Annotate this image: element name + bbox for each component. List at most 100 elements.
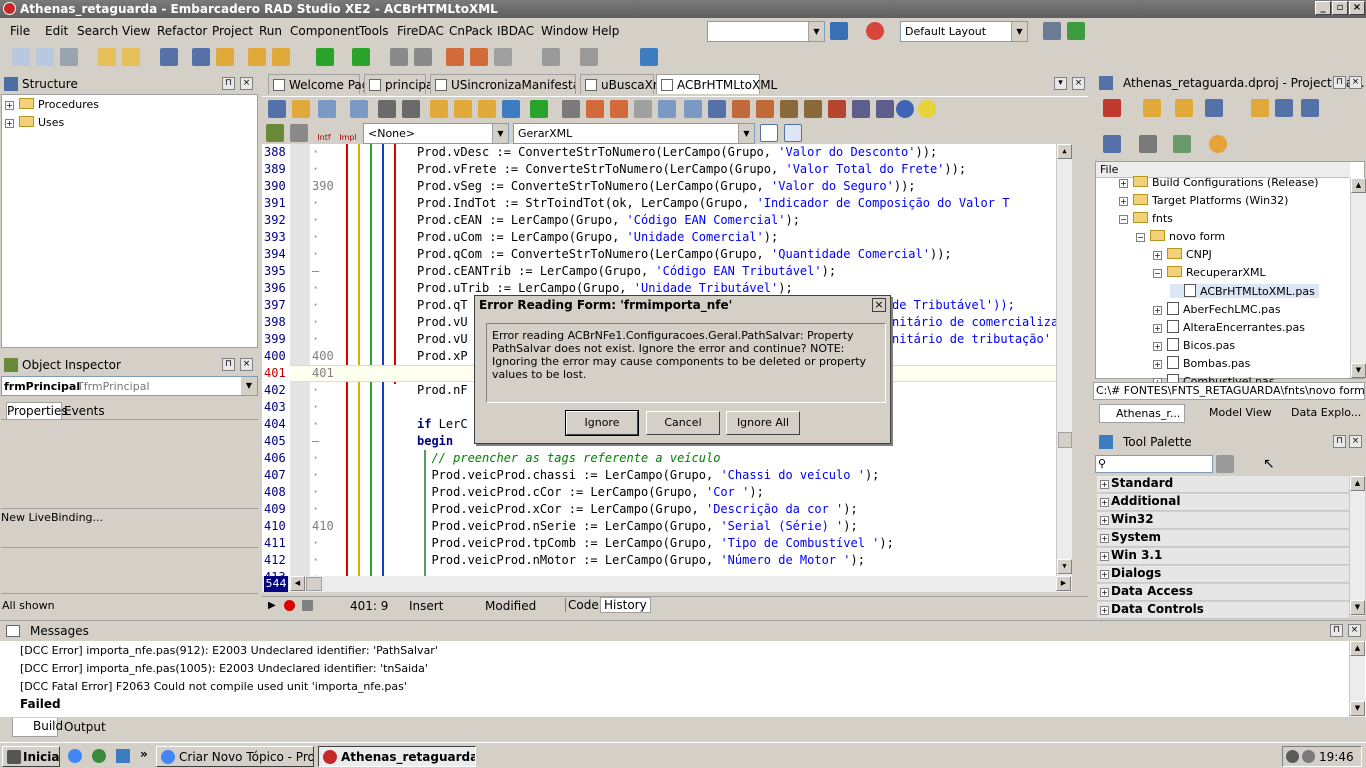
project-item[interactable]: + Target Platforms (Win32)	[1119, 194, 1288, 207]
menu-tools[interactable]: Tools	[359, 24, 389, 38]
close-icon[interactable]: ×	[240, 358, 253, 371]
editor-tool-icon[interactable]	[530, 100, 548, 118]
expand-icon[interactable]: +	[1153, 306, 1162, 315]
menu-view[interactable]: View	[122, 24, 150, 38]
cancel-button[interactable]: Cancel	[646, 411, 720, 435]
tab-principal[interactable]: principal	[364, 74, 437, 94]
close-button[interactable]: ×	[1349, 1, 1365, 15]
pause-icon[interactable]	[390, 48, 408, 66]
palette-scrollbar[interactable]: ▲ ▼	[1349, 476, 1365, 616]
menu-run[interactable]: Run	[259, 24, 282, 38]
editor-tool-icon[interactable]	[318, 100, 336, 118]
editor-tool-icon[interactable]	[454, 100, 472, 118]
palette-category[interactable]: + Data Controls	[1097, 602, 1349, 619]
messages-scrollbar[interactable]: ▲ ▼	[1349, 641, 1365, 717]
project-item[interactable]: + Build Configurations (Release)	[1119, 176, 1319, 189]
list-view-icon[interactable]	[760, 124, 778, 142]
structure-item-uses[interactable]: + Uses	[5, 116, 64, 129]
palette-category[interactable]: + Dialogs	[1097, 566, 1349, 583]
tab-ubuscaxml[interactable]: uBuscaXml	[580, 74, 668, 94]
scroll-up-icon[interactable]: ▲	[1351, 178, 1366, 193]
ignore-all-button[interactable]: Ignore All	[726, 411, 800, 435]
expand-icon[interactable]: +	[5, 101, 14, 110]
project-item[interactable]: + AberFechLMC.pas	[1153, 302, 1281, 316]
tab-welcome-page[interactable]: Welcome Page	[268, 74, 377, 94]
project-collapse-icon[interactable]	[1301, 99, 1319, 117]
dialog-close-icon[interactable]: ×	[872, 298, 886, 312]
editor-tool-icon[interactable]	[852, 100, 870, 118]
quicklaunch-icon[interactable]	[116, 749, 130, 763]
scroll-down-icon[interactable]: ▼	[1351, 363, 1366, 378]
project-item[interactable]: + AlteraEncerrantes.pas	[1153, 320, 1305, 334]
code-scrollbar-v[interactable]: ▲ ▼	[1056, 144, 1072, 576]
remove-file-icon[interactable]	[272, 48, 290, 66]
project-sort-icon[interactable]	[1103, 135, 1121, 153]
menu-file[interactable]: File	[10, 24, 30, 38]
project-item[interactable]: +ACBrHTMLtoXML.pas	[1170, 284, 1319, 298]
code-scrollbar-h[interactable]: 544 ◀ ▶	[262, 576, 1072, 592]
scroll-down-icon[interactable]: ▼	[1350, 701, 1365, 716]
editor-tool-icon[interactable]	[268, 100, 286, 118]
forward-icon[interactable]	[580, 48, 598, 66]
editor-tool-icon[interactable]	[876, 100, 894, 118]
code-line[interactable]: 412 · Prod.veicProd.nMotor := LerCampo(Gr…	[262, 552, 1072, 569]
editor-tool-icon[interactable]	[378, 100, 396, 118]
tab-acbrhtmltoxml[interactable]: ACBrHTMLtoXML	[656, 74, 777, 94]
quicklaunch-icon[interactable]	[92, 749, 106, 763]
tab-project[interactable]: Athenas_r...	[1099, 404, 1185, 423]
project-item[interactable]: − RecuperarXML	[1153, 266, 1266, 279]
editor-tool-icon[interactable]	[634, 100, 652, 118]
new-items-icon[interactable]	[36, 48, 54, 66]
tab-data-explorer[interactable]: Data Explo...	[1275, 406, 1361, 419]
message-line[interactable]: [DCC Fatal Error] F2063 Could not compil…	[20, 680, 407, 693]
menu-ibdac[interactable]: IBDAC	[497, 24, 534, 38]
editor-tool-icon[interactable]	[502, 100, 520, 118]
object-selector[interactable]: frmPrincipal TfrmPrincipal ▼	[1, 376, 258, 396]
tab-events[interactable]: Events	[64, 404, 105, 419]
code-line[interactable]: 393 · Prod.uCom := LerCampo(Grupo, 'Unidad…	[262, 229, 1072, 246]
menu-help[interactable]: Help	[592, 24, 619, 38]
stop-icon[interactable]	[414, 48, 432, 66]
scroll-down-icon[interactable]: ▼	[1057, 559, 1072, 574]
project-item[interactable]: + Bombas.pas	[1153, 356, 1250, 370]
tab-output[interactable]: Output	[64, 720, 106, 734]
project-scrollbar[interactable]: ▲ ▼	[1350, 178, 1366, 378]
tab-code[interactable]: Code	[565, 598, 601, 612]
editor-tool-icon[interactable]	[350, 100, 368, 118]
intf-button[interactable]: Intf	[314, 123, 334, 143]
expand-icon[interactable]: +	[1153, 360, 1162, 369]
editor-tool-icon[interactable]	[430, 100, 448, 118]
project-item[interactable]: − fnts	[1119, 212, 1173, 225]
code-line[interactable]: 388 · Prod.vDesc := ConverteStrToNumero(Le…	[262, 144, 1072, 161]
menu-window[interactable]: Window	[541, 24, 588, 38]
expand-icon[interactable]: +	[1153, 251, 1162, 260]
lifesaver-icon[interactable]	[866, 22, 884, 40]
scroll-up-icon[interactable]: ▲	[1350, 641, 1365, 656]
tab-history[interactable]: History	[600, 597, 651, 613]
code-line[interactable]: 406 · // preencher as tags referente a ve…	[262, 450, 1072, 467]
chrome-icon[interactable]	[68, 749, 82, 763]
palette-search-input[interactable]: ⚲	[1095, 455, 1213, 473]
open-icon[interactable]	[98, 48, 116, 66]
code-line[interactable]: 390 390 Prod.vSeg := ConverteStrToNumero(L…	[262, 178, 1072, 195]
code-line[interactable]: 394 · Prod.qCom := ConverteStrToNumero(Ler…	[262, 246, 1072, 263]
editor-tool-icon[interactable]	[610, 100, 628, 118]
project-item[interactable]: + CNPJ	[1153, 248, 1212, 261]
project-item[interactable]: + Bicos.pas	[1153, 338, 1235, 352]
globe-icon[interactable]	[830, 22, 848, 40]
remove-icon[interactable]	[60, 48, 78, 66]
editor-tool-icon[interactable]	[478, 100, 496, 118]
editor-tool-icon[interactable]	[562, 100, 580, 118]
run-icon[interactable]	[316, 48, 334, 66]
project-build-icon[interactable]	[1173, 135, 1191, 153]
impl-button[interactable]: Impl	[338, 123, 358, 143]
help-icon[interactable]	[896, 100, 914, 118]
open-folder-icon[interactable]	[216, 48, 234, 66]
tab-usincroniza[interactable]: USincronizaManifestacao	[430, 74, 576, 94]
new-icon[interactable]	[12, 48, 30, 66]
save-all-icon[interactable]	[192, 48, 210, 66]
save-icon[interactable]	[160, 48, 178, 66]
code-line[interactable]: 409 · Prod.veicProd.xCor := LerCampo(Grup…	[262, 501, 1072, 518]
palette-category[interactable]: + Standard	[1097, 476, 1349, 493]
menu-firedac[interactable]: FireDAC	[397, 24, 444, 38]
